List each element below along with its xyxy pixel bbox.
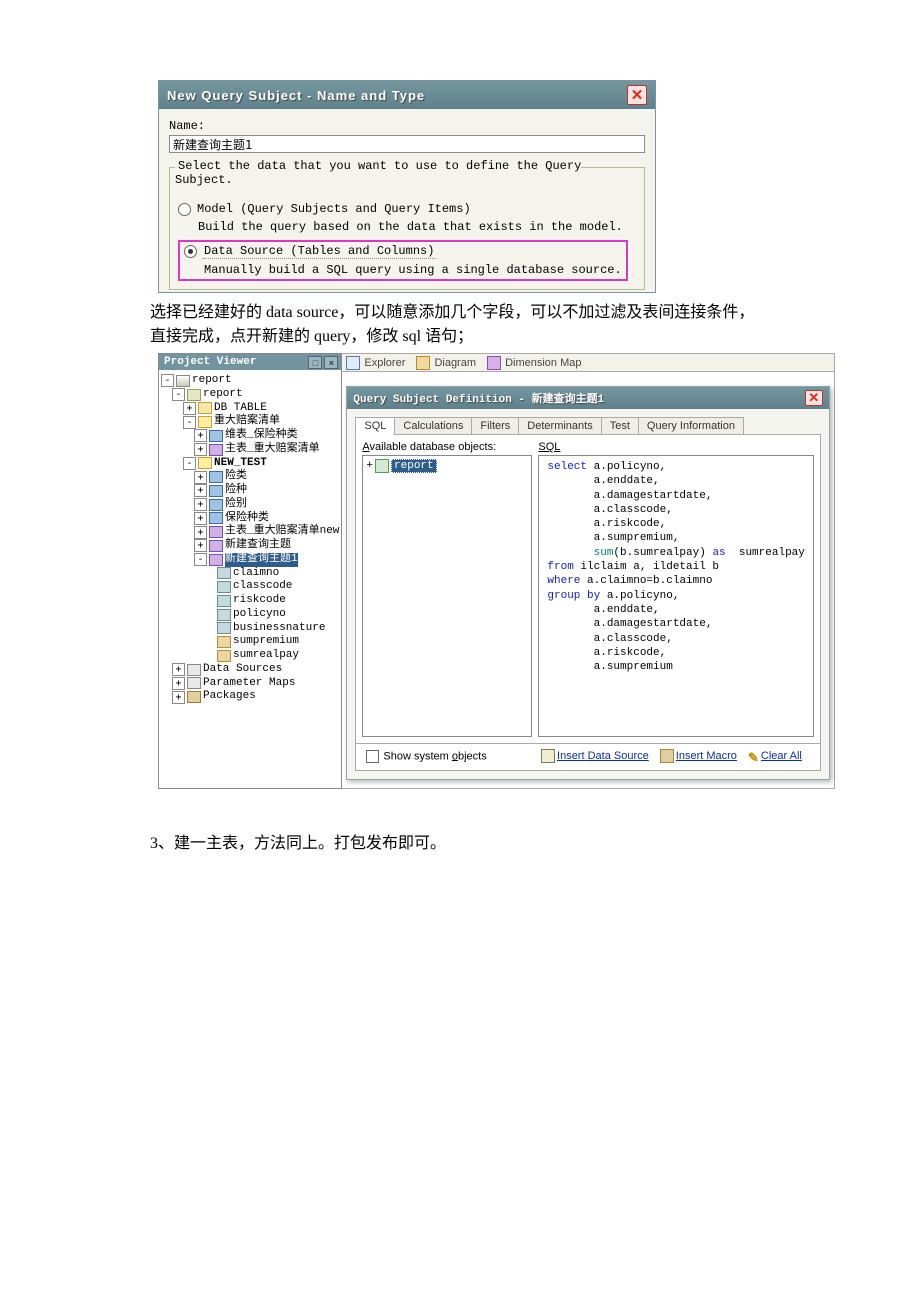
radio-model-label: Model (Query Subjects and Query Items): [197, 202, 471, 216]
close-icon[interactable]: ✕: [627, 85, 647, 105]
folder-icon: [198, 402, 212, 414]
radio-unchecked-icon: [178, 203, 191, 216]
diagram-icon: [416, 356, 430, 370]
database-icon: [375, 459, 389, 473]
close-panel-icon[interactable]: ×: [324, 356, 338, 369]
query-subject-icon: [209, 540, 223, 552]
sql-editor[interactable]: select a.policyno, a.enddate, a.damagest…: [538, 455, 813, 737]
radio-checked-icon: [184, 245, 197, 258]
tab-calculations[interactable]: Calculations: [394, 417, 472, 435]
tab-test[interactable]: Test: [601, 417, 639, 435]
tab-determinants[interactable]: Determinants: [518, 417, 601, 435]
radio-datasource-label: Data Source (Tables and Columns): [203, 244, 435, 259]
dialog-title: New Query Subject - Name and Type: [167, 88, 425, 103]
radio-model-desc: Build the query based on the data that e…: [198, 220, 623, 234]
dimension-map-icon: [487, 356, 501, 370]
fact-icon: [217, 636, 231, 648]
ado-label: vailable database objects:: [370, 441, 497, 453]
insert-data-source-link[interactable]: Insert Data Source: [541, 750, 649, 762]
name-label: Name:: [169, 119, 205, 133]
groupbox-title: Select the data that you want to use to …: [175, 159, 581, 187]
instruction-text-1: 选择已经建好的 data source，可以随意添加几个字段，可以不加过滤及表间…: [150, 301, 770, 349]
view-tabs: Explorer Diagram Dimension Map: [342, 353, 834, 372]
folder-open-icon: [198, 457, 212, 469]
clear-all-link[interactable]: ✎Clear All: [748, 750, 802, 762]
query-item-icon: [217, 595, 231, 607]
namespace-icon: [187, 389, 201, 401]
name-input[interactable]: [169, 135, 645, 153]
project-viewer-title: Project Viewer □ ×: [159, 354, 341, 370]
dialog-titlebar: New Query Subject - Name and Type ✕: [159, 81, 655, 109]
ado-root-selected[interactable]: report: [391, 459, 437, 473]
tab-filters[interactable]: Filters: [471, 417, 519, 435]
sql-label: SQL: [538, 441, 560, 453]
query-subject-definition-dialog: Query Subject Definition - 新建查询主题1 ✕ SQL…: [346, 386, 829, 780]
available-db-objects: Available database objects: +report: [362, 441, 532, 737]
query-subject-icon: [209, 512, 223, 524]
data-sources-icon: [187, 664, 201, 676]
query-item-icon: [217, 609, 231, 621]
query-subject-icon: [209, 430, 223, 442]
qsd-titlebar: Query Subject Definition - 新建查询主题1 ✕: [347, 387, 828, 409]
parameter-maps-icon: [187, 677, 201, 689]
explorer-icon: [346, 356, 360, 370]
close-icon[interactable]: ✕: [805, 390, 823, 406]
checkbox-unchecked-icon: [366, 750, 379, 763]
dock-icon[interactable]: □: [308, 356, 322, 369]
query-subject-icon: [209, 499, 223, 511]
query-subject-icon: [209, 444, 223, 456]
tab-query-information[interactable]: Query Information: [638, 417, 744, 435]
data-source-icon: [541, 749, 555, 763]
new-query-subject-dialog: New Query Subject - Name and Type ✕ Name…: [158, 80, 656, 293]
radio-datasource-row[interactable]: Data Source (Tables and Columns): [184, 244, 622, 259]
fact-icon: [217, 650, 231, 662]
insert-macro-link[interactable]: Insert Macro: [660, 750, 737, 762]
selected-node[interactable]: 新建查询主题1: [225, 553, 298, 567]
query-item-icon: [217, 581, 231, 593]
query-subject-icon: [209, 526, 223, 538]
tab-explorer[interactable]: Explorer: [346, 357, 409, 369]
query-subject-icon: [209, 471, 223, 483]
project-viewer-panel: Project Viewer □ × -report -report +DB T…: [158, 353, 342, 789]
radio-model-row[interactable]: Model (Query Subjects and Query Items): [178, 202, 636, 216]
packages-icon: [187, 691, 201, 703]
query-subject-icon: [209, 554, 223, 566]
qsd-title: Query Subject Definition - 新建查询主题1: [353, 390, 604, 406]
folder-open-icon: [198, 416, 212, 428]
tab-dimension-map[interactable]: Dimension Map: [487, 357, 585, 369]
qsd-tabs: SQLCalculationsFiltersDeterminantsTestQu…: [347, 409, 828, 434]
show-system-objects-label: Show system objects: [383, 750, 486, 762]
framework-manager-screenshot: Project Viewer □ × -report -report +DB T…: [150, 353, 800, 789]
show-system-objects-checkbox[interactable]: Show system objects: [366, 750, 486, 763]
query-item-icon: [217, 567, 231, 579]
project-icon: [176, 375, 190, 387]
query-subject-icon: [209, 485, 223, 497]
tab-diagram[interactable]: Diagram: [416, 357, 480, 369]
ado-tree[interactable]: +report: [362, 455, 532, 737]
project-tree[interactable]: -report -report +DB TABLE -重大赔案清单 +维表_保险…: [159, 370, 341, 712]
radio-datasource-desc: Manually build a SQL query using a singl…: [204, 263, 622, 277]
instruction-text-2: 3、建一主表，方法同上。打包发布即可。: [150, 829, 770, 853]
eraser-icon: ✎: [748, 750, 759, 762]
macro-icon: [660, 749, 674, 763]
tab-sql[interactable]: SQL: [355, 417, 395, 435]
query-item-icon: [217, 622, 231, 634]
